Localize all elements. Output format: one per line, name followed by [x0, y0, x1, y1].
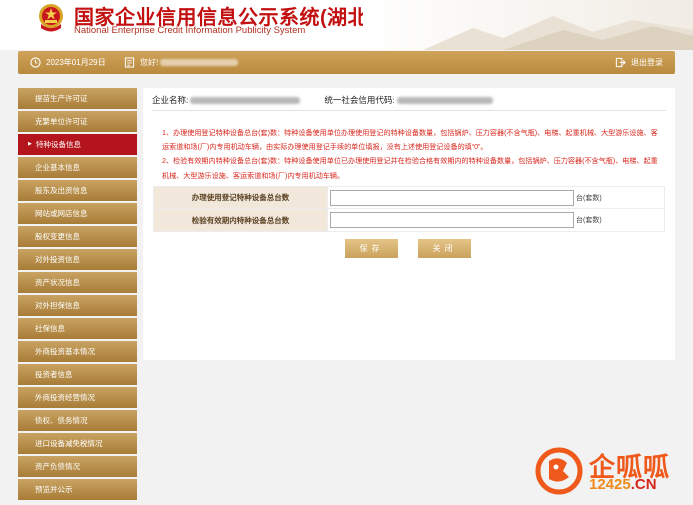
sidebar-nav: 提苗生产许可证 克繁单位许可证 特种设备信息 企业基本信息 股东及出资信息 网站…	[18, 88, 137, 502]
page: 国家企业信用信息公示系统(湖北) National Enterprise Cre…	[0, 0, 693, 505]
sidebar-item-social-security[interactable]: 社保信息	[18, 318, 137, 339]
date-display: 2023年01月29日	[30, 51, 106, 74]
sidebar-item-import-tax[interactable]: 进口设备减免税情况	[18, 433, 137, 454]
user-greeting: 您好!	[124, 51, 239, 74]
user-card-icon	[124, 57, 135, 68]
watermark-domain-tld: .CN	[630, 476, 657, 493]
notice-item-2: 2、检验有效期内特种设备总台(套)数：特种设备使用单位已办理使用登记并在检验合格…	[162, 157, 658, 180]
user-status-bar: 2023年01月29日 您好! 退出登录	[18, 51, 675, 74]
watermark-domain-number: 12425	[589, 476, 631, 493]
redacted-credit-code	[396, 96, 493, 104]
save-button[interactable]: 保存	[345, 239, 398, 258]
sidebar-item-assets[interactable]: 资产状况信息	[18, 272, 137, 293]
registered-count-cell: 台(套数)	[328, 187, 664, 208]
sidebar-item-foreign-operation[interactable]: 外商投资经营情况	[18, 387, 137, 408]
greeting-text: 您好!	[140, 58, 159, 67]
sidebar-item-liabilities[interactable]: 资产负债情况	[18, 456, 137, 477]
sidebar-item-equity-change[interactable]: 股权变更信息	[18, 226, 137, 247]
company-name-label: 企业名称:	[152, 95, 189, 105]
sidebar-item-breeding-license[interactable]: 克繁单位许可证	[18, 111, 137, 132]
redacted-username	[160, 59, 239, 66]
registered-count-label: 办理使用登记特种设备总台数	[154, 187, 328, 208]
main-panel: 企业名称: 统一社会信用代码: 1、办理使用登记特种设备总台(套)数：特种设备使…	[143, 88, 675, 360]
close-button[interactable]: 关闭	[418, 239, 471, 258]
sidebar-item-preview-publish[interactable]: 预览并公示	[18, 479, 137, 500]
valid-inspection-count-cell: 台(套数)	[328, 209, 664, 231]
registered-count-input[interactable]	[330, 189, 574, 206]
equipment-form: 办理使用登记特种设备总台数 台(套数) 检验有效期内特种设备总台数 台(套数)	[153, 186, 665, 232]
instructions-notice: 1、办理使用登记特种设备总台(套)数：特种设备使用单位办理使用登记的特种设备数量…	[162, 126, 662, 183]
logout-text: 退出登录	[631, 58, 663, 67]
sidebar-item-special-equipment[interactable]: 特种设备信息	[18, 134, 137, 155]
divider	[152, 110, 666, 111]
watermark-domain: 12425.CN	[589, 476, 657, 493]
valid-inspection-count-unit: 台(套数)	[576, 217, 602, 224]
form-row-registered-count: 办理使用登记特种设备总台数 台(套数)	[153, 186, 665, 209]
watermark-logo: 企呱呱 12425.CN	[535, 447, 685, 497]
sidebar-item-websites[interactable]: 网站或网店信息	[18, 203, 137, 224]
clock-icon	[30, 57, 41, 68]
logout-link[interactable]: 退出登录	[615, 51, 663, 74]
watermark-mascot-icon	[535, 447, 583, 495]
notice-item-1: 1、办理使用登记特种设备总台(套)数：特种设备使用单位办理使用登记的特种设备数量…	[162, 129, 658, 152]
logout-icon	[615, 57, 626, 68]
sidebar-item-basic-info[interactable]: 企业基本信息	[18, 157, 137, 178]
company-info-line: 企业名称: 统一社会信用代码:	[152, 94, 495, 106]
sidebar-item-guarantee[interactable]: 对外担保信息	[18, 295, 137, 316]
sidebar-item-shareholders[interactable]: 股东及出资信息	[18, 180, 137, 201]
redacted-company-name	[190, 96, 301, 104]
national-emblem-icon	[39, 4, 63, 32]
sidebar-item-investors[interactable]: 投资者信息	[18, 364, 137, 385]
date-text: 2023年01月29日	[46, 58, 106, 67]
valid-inspection-count-label: 检验有效期内特种设备总台数	[154, 209, 328, 231]
valid-inspection-count-input[interactable]	[330, 212, 574, 228]
sidebar-item-foreign-basic[interactable]: 外商投资基本情况	[18, 341, 137, 362]
system-subtitle: National Enterprise Credit Information P…	[74, 25, 306, 36]
header-landscape-decoration	[363, 0, 693, 50]
form-row-valid-inspection-count: 检验有效期内特种设备总台数 台(套数)	[153, 209, 665, 232]
registered-count-unit: 台(套数)	[576, 194, 602, 202]
sidebar-item-investment[interactable]: 对外投资信息	[18, 249, 137, 270]
sidebar-item-seedling-license[interactable]: 提苗生产许可证	[18, 88, 137, 109]
credit-code-label: 统一社会信用代码:	[324, 95, 395, 105]
site-header: 国家企业信用信息公示系统(湖北) National Enterprise Cre…	[0, 0, 693, 50]
sidebar-item-credit-debt[interactable]: 债权、债务情况	[18, 410, 137, 431]
